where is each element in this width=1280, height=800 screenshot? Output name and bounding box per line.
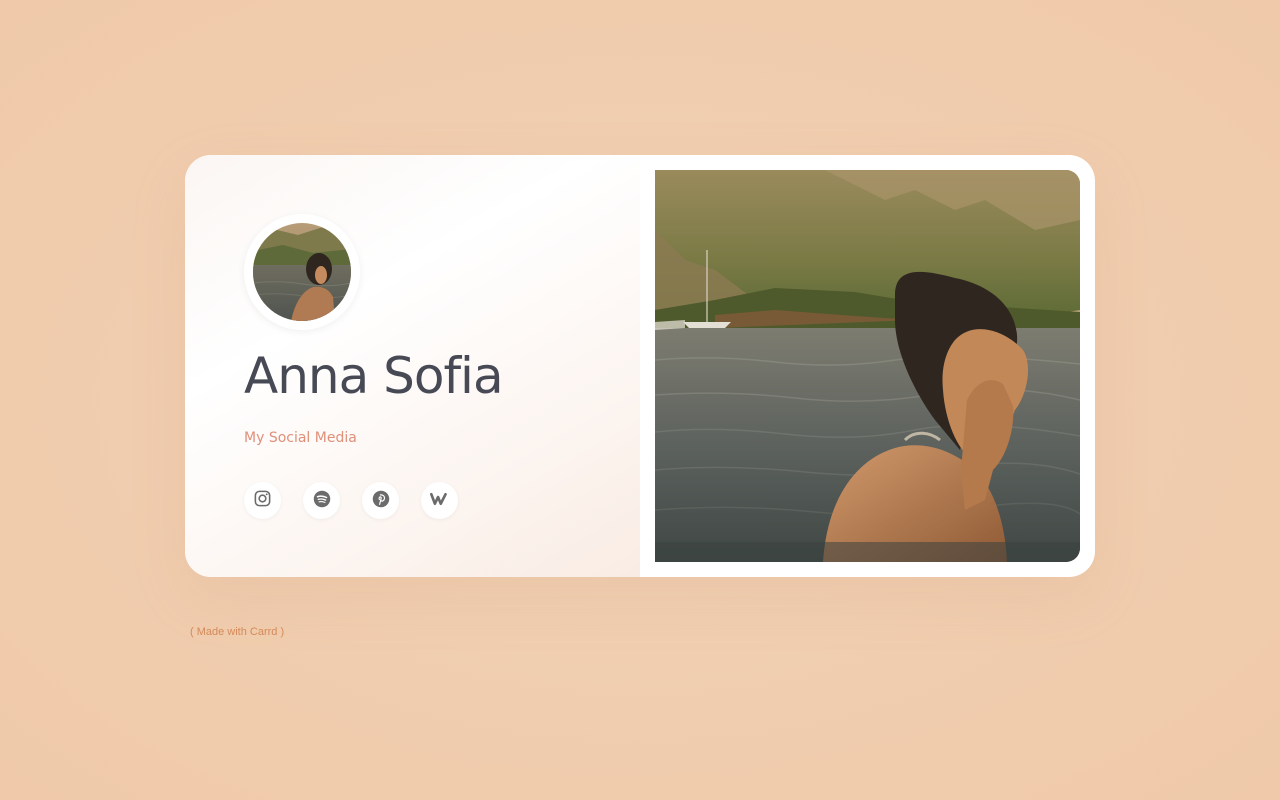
made-with-carrd-link[interactable]: ( Made with Carrd ) <box>190 626 284 638</box>
pinterest-icon <box>372 490 390 512</box>
social-links <box>244 482 458 519</box>
avatar <box>253 223 351 321</box>
wattpad-icon <box>429 490 451 512</box>
spotify-link[interactable] <box>303 482 340 519</box>
spotify-icon <box>313 490 331 512</box>
instagram-link[interactable] <box>244 482 281 519</box>
cover-photo <box>655 170 1080 562</box>
wattpad-link[interactable] <box>421 482 458 519</box>
pinterest-link[interactable] <box>362 482 399 519</box>
instagram-icon <box>253 489 272 512</box>
page: Anna Sofia My Social Media (Made with C… <box>0 0 1280 800</box>
avatar-frame <box>244 214 360 330</box>
profile-tagline: My Social Media <box>244 430 357 446</box>
profile-card: Anna Sofia My Social Media <box>185 155 1095 577</box>
profile-panel: Anna Sofia My Social Media <box>185 155 640 577</box>
profile-name: Anna Sofia <box>244 347 504 405</box>
